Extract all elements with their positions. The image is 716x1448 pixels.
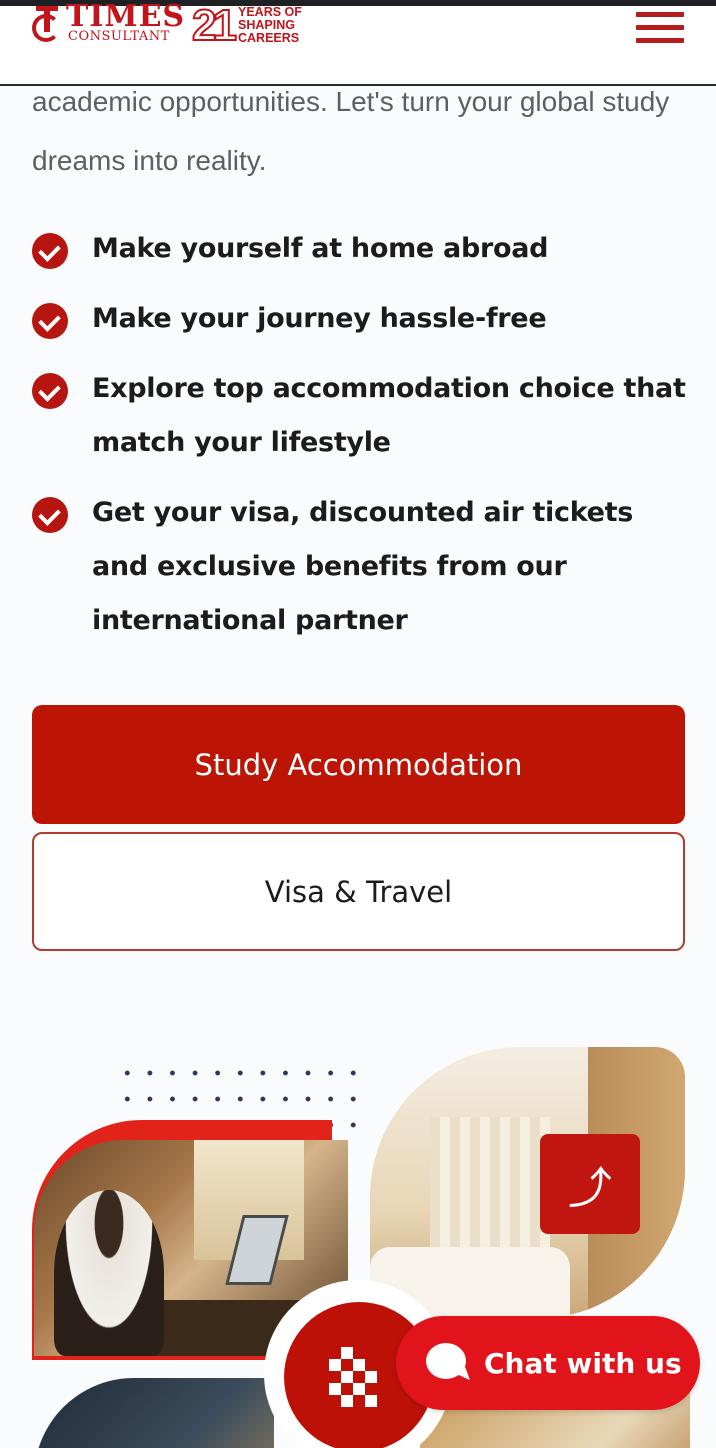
benefit-text: Get your visa, discounted air tickets an…	[92, 497, 634, 636]
check-circle-icon	[32, 303, 68, 339]
site-header: TIMES CONSULTANT 21 YEARS OF SHAPING CAR…	[0, 1, 716, 86]
arrow-up-icon: ⤴	[568, 1163, 612, 1214]
times-consultant-logo[interactable]: TIMES CONSULTANT	[32, 2, 185, 46]
benefit-item: Make yourself at home abroad	[32, 222, 692, 276]
chat-with-us-button[interactable]: Chat with us	[396, 1316, 700, 1410]
benefit-item: Explore top accommodation choice that ma…	[32, 362, 692, 470]
chat-label: Chat with us	[484, 1346, 682, 1380]
anniversary-tagline: YEARS OF SHAPING CAREERS	[238, 5, 302, 45]
check-circle-icon	[32, 233, 68, 269]
bottom-left-photo	[34, 1378, 274, 1448]
times-pixel-logo-icon	[329, 1347, 389, 1407]
scroll-to-top-button[interactable]: ⤴	[540, 1134, 640, 1234]
chat-bubble-icon	[426, 1343, 470, 1385]
benefit-text: Make your journey hassle-free	[92, 303, 547, 334]
times-logo-icon	[32, 6, 62, 42]
anniversary-number: 21	[191, 1, 238, 50]
study-accommodation-button[interactable]: Study Accommodation	[32, 705, 685, 824]
benefit-text: Make yourself at home abroad	[92, 233, 549, 264]
benefit-item: Get your visa, discounted air tickets an…	[32, 486, 692, 648]
hamburger-menu-icon[interactable]	[636, 10, 684, 46]
check-circle-icon	[32, 497, 68, 533]
check-circle-icon	[32, 373, 68, 409]
logo-sub: CONSULTANT	[68, 29, 170, 44]
logo-name: TIMES	[66, 0, 186, 34]
benefit-item: Make your journey hassle-free	[32, 292, 692, 346]
visa-travel-button[interactable]: Visa & Travel	[32, 832, 685, 951]
benefit-text: Explore top accommodation choice that ma…	[92, 373, 686, 458]
intro-paragraph: academic opportunities. Let's turn your …	[32, 86, 670, 176]
benefits-list: Make yourself at home abroad Make your j…	[32, 222, 692, 664]
